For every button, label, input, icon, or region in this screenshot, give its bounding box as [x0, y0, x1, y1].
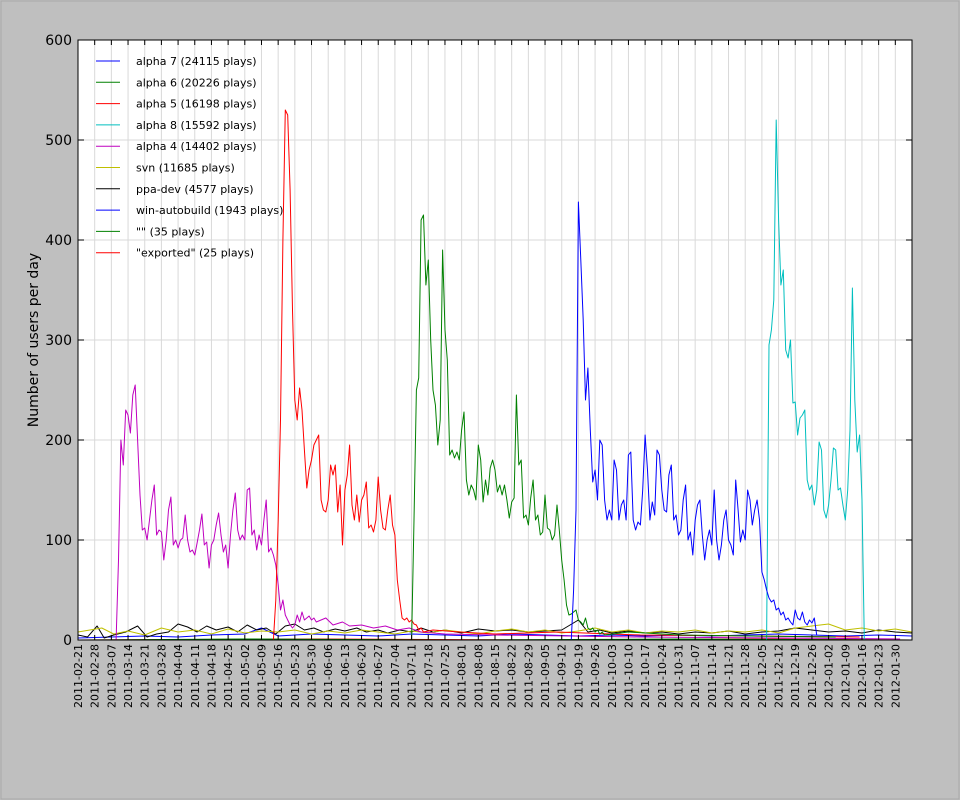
- y-tick-label: 500: [45, 133, 72, 149]
- y-tick-label: 200: [45, 433, 72, 449]
- x-tick-label: 2011-02-21: [72, 644, 85, 708]
- x-tick-label: 2011-05-02: [239, 644, 252, 708]
- x-tick-label: 2011-11-14: [706, 644, 719, 708]
- x-tick-label: 2011-10-17: [639, 644, 652, 708]
- x-tick-label: 2011-08-29: [522, 644, 535, 708]
- legend-label: alpha 8 (15592 plays): [136, 119, 257, 132]
- x-tick-label: 2011-08-08: [472, 644, 485, 708]
- x-tick-label: 2011-07-04: [389, 644, 402, 708]
- y-tick-label: 400: [45, 233, 72, 249]
- x-tick-label: 2011-09-12: [556, 644, 569, 708]
- x-tick-label: 2011-06-20: [356, 644, 369, 708]
- x-tick-label: 2012-01-23: [873, 644, 886, 708]
- legend-label: alpha 7 (24115 plays): [136, 55, 257, 68]
- x-tick-label: 2011-03-21: [139, 644, 152, 708]
- x-tick-label: 2011-02-28: [89, 644, 102, 708]
- x-tick-label: 2012-01-30: [889, 644, 902, 708]
- y-tick-label: 600: [45, 33, 72, 49]
- x-tick-label: 2012-01-02: [823, 644, 836, 708]
- x-tick-label: 2011-05-30: [306, 644, 319, 708]
- y-tick-label: 0: [63, 633, 72, 649]
- x-tick-label: 2011-07-11: [406, 644, 419, 708]
- x-tick-label: 2011-12-19: [789, 644, 802, 708]
- x-tick-label: 2011-09-19: [572, 644, 585, 708]
- figure: 0 100 200 300 400 500 600 2011-02-21 2011-02-28…: [0, 0, 960, 800]
- x-tick-label: 2011-12-12: [773, 644, 786, 708]
- x-tick-label: 2011-06-06: [322, 644, 335, 708]
- legend-label: "exported" (25 plays): [136, 247, 254, 260]
- x-tick-label: 2011-03-07: [105, 644, 118, 708]
- legend-label: "" (35 plays): [136, 225, 205, 238]
- x-tick-label: 2011-08-15: [489, 644, 502, 708]
- x-tick-label: 2011-11-07: [689, 644, 702, 708]
- x-tick-label: 2011-07-25: [439, 644, 452, 708]
- x-tick-label: 2011-12-26: [806, 644, 819, 708]
- x-tick-label: 2011-05-23: [289, 644, 302, 708]
- x-tick-label: 2011-05-09: [255, 644, 268, 708]
- x-tick-label: 2011-11-21: [723, 644, 736, 708]
- x-tick-label: 2011-10-24: [656, 644, 669, 708]
- legend-label: win-autobuild (1943 plays): [136, 204, 283, 217]
- legend-label: alpha 6 (20226 plays): [136, 76, 257, 89]
- x-tick-label: 2011-04-11: [189, 644, 202, 708]
- x-tick-label: 2012-01-16: [856, 644, 869, 708]
- x-tick-label: 2011-09-05: [539, 644, 552, 708]
- legend-label: svn (11685 plays): [136, 162, 235, 175]
- legend-label: alpha 4 (14402 plays): [136, 140, 257, 153]
- x-tick-label: 2011-03-14: [122, 644, 135, 708]
- x-tick-label: 2011-03-28: [155, 644, 168, 708]
- legend-label: alpha 5 (16198 plays): [136, 98, 257, 111]
- x-tick-label: 2011-06-27: [372, 644, 385, 708]
- x-tick-label: 2011-07-18: [422, 644, 435, 708]
- x-tick-label: 2011-10-03: [606, 644, 619, 708]
- x-tick-label: 2011-08-22: [506, 644, 519, 708]
- y-tick-label: 100: [45, 533, 72, 549]
- x-tick-label: 2011-05-16: [272, 644, 285, 708]
- x-tick-label: 2011-04-04: [172, 644, 185, 708]
- y-tick-label: 300: [45, 333, 72, 349]
- x-tick-label: 2011-12-05: [756, 644, 769, 708]
- x-tick-label: 2011-04-25: [222, 644, 235, 708]
- x-tick-label: 2011-10-10: [622, 644, 635, 708]
- x-tick-label: 2011-09-26: [589, 644, 602, 708]
- legend-label: ppa-dev (4577 plays): [136, 183, 254, 196]
- x-tick-label: 2011-10-31: [672, 644, 685, 708]
- y-axis-label: Number of users per day: [26, 253, 42, 427]
- x-tick-label: 2011-06-13: [339, 644, 352, 708]
- x-tick-label: 2011-08-01: [456, 644, 469, 708]
- x-tick-label: 2011-04-18: [205, 644, 218, 708]
- x-tick-label: 2012-01-09: [839, 644, 852, 708]
- x-tick-label: 2011-11-28: [739, 644, 752, 708]
